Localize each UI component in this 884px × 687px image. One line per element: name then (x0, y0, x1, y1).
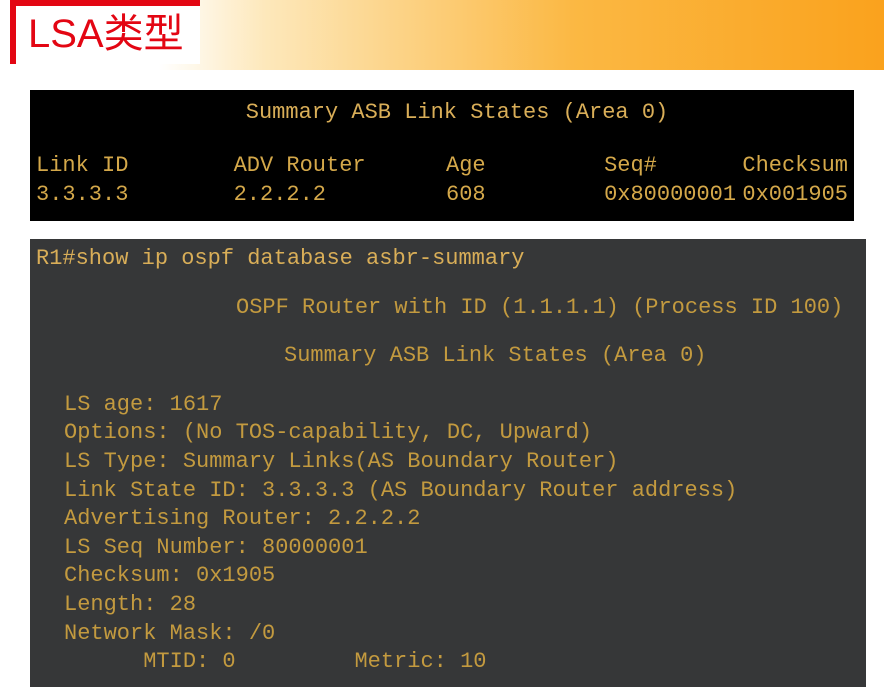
slide-header: LSA类型 (0, 0, 884, 70)
terminal1-columns-row: Link ID ADV Router Age Seq# Checksum (36, 151, 848, 180)
spacer (36, 371, 856, 391)
summary-asb-header: Summary ASB Link States (Area 0) (36, 342, 856, 371)
slide-title: LSA类型 (28, 14, 184, 54)
cell-age: 608 (446, 182, 604, 207)
title-box: LSA类型 (10, 0, 200, 64)
ls-type-line: LS Type: Summary Links(AS Boundary Route… (36, 448, 856, 477)
terminal1-header: Summary ASB Link States (Area 0) (36, 100, 848, 125)
spacer (36, 274, 856, 294)
spacer (36, 322, 856, 342)
col-header-chk: Checksum (742, 153, 848, 178)
options-line: Options: (No TOS-capability, DC, Upward) (36, 419, 856, 448)
col-header-seq: Seq# (604, 153, 742, 178)
terminal-output-detail: R1#show ip ospf database asbr-summary OS… (30, 239, 866, 687)
checksum-line: Checksum: 0x1905 (36, 562, 856, 591)
ls-seq-line: LS Seq Number: 80000001 (36, 534, 856, 563)
netmask-line: Network Mask: /0 (36, 620, 856, 649)
mtid-metric-line: MTID: 0 Metric: 10 (36, 648, 856, 677)
cell-linkid: 3.3.3.3 (36, 182, 234, 207)
terminal-output-summary: Summary ASB Link States (Area 0) Link ID… (30, 90, 854, 221)
link-state-id-line: Link State ID: 3.3.3.3 (AS Boundary Rout… (36, 477, 856, 506)
ls-age-line: LS age: 1617 (36, 391, 856, 420)
cell-adv: 2.2.2.2 (234, 182, 446, 207)
ospf-router-header: OSPF Router with ID (1.1.1.1) (Process I… (36, 294, 856, 323)
col-header-adv: ADV Router (234, 153, 446, 178)
length-line: Length: 28 (36, 591, 856, 620)
cell-chk: 0x001905 (742, 182, 848, 207)
terminal1-data-row: 3.3.3.3 2.2.2.2 608 0x80000001 0x001905 (36, 180, 848, 209)
col-header-linkid: Link ID (36, 153, 234, 178)
adv-router-line: Advertising Router: 2.2.2.2 (36, 505, 856, 534)
cell-seq: 0x80000001 (604, 182, 742, 207)
cli-command: R1#show ip ospf database asbr-summary (36, 245, 856, 274)
col-header-age: Age (446, 153, 604, 178)
